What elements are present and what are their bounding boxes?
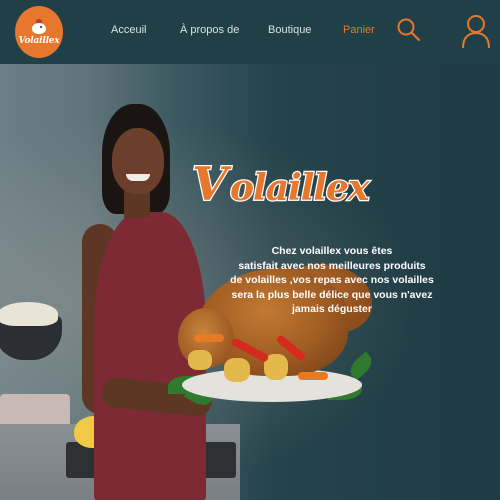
tagline-line: Chez volaillex vous êtes xyxy=(271,245,393,257)
user-icon[interactable] xyxy=(461,13,491,49)
svg-text:V: V xyxy=(192,157,232,211)
hero-tagline: Chez volaillex vous êtes satisfait avec … xyxy=(212,244,452,317)
hero-banner: V olaillex Chez volaillex vous êtes sati… xyxy=(0,64,500,500)
brand-logo: V olaillex xyxy=(191,156,372,213)
brand-logo-text: olaillex xyxy=(230,167,370,209)
rice-bowl xyxy=(0,302,64,362)
logo[interactable]: Volaillex xyxy=(15,6,63,58)
nav-link-panier[interactable]: Panier xyxy=(343,24,375,36)
logo-text: Volaillex xyxy=(18,35,60,46)
chicken-icon xyxy=(30,18,48,35)
navbar: Volaillex Acceuil À propos de Boutique P… xyxy=(0,0,500,64)
nav-link-a-propos[interactable]: À propos de xyxy=(180,24,239,36)
tagline-line: sera la plus belle délice que vous n'ave… xyxy=(231,288,433,301)
nav-link-boutique[interactable]: Boutique xyxy=(268,24,311,36)
tagline-line: jamais déguster xyxy=(292,303,372,315)
nav-link-accueil[interactable]: Acceuil xyxy=(111,24,146,36)
tagline-line: satisfait avec nos meilleures produits xyxy=(238,259,426,272)
search-icon[interactable] xyxy=(396,17,422,43)
tagline-line: de volailles ,vos repas avec nos volaill… xyxy=(230,274,434,286)
